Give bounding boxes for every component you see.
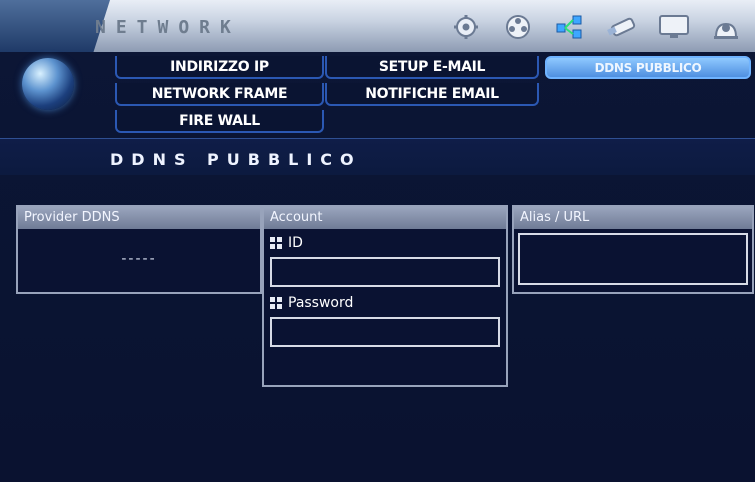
grid-bullet-icon — [270, 297, 282, 309]
monitor-icon[interactable] — [655, 10, 693, 44]
user-lock-icon[interactable] — [707, 10, 745, 44]
globe-icon — [22, 58, 74, 110]
password-label-row: Password — [264, 295, 506, 311]
id-label: ID — [288, 235, 303, 251]
tab-ddns-pubblico[interactable]: DDNS PUBBLICO — [545, 56, 751, 79]
header-dark-accent — [0, 0, 110, 52]
grid-bullet-icon — [270, 237, 282, 249]
account-panel: Account ID Password — [262, 205, 508, 387]
tab-setup-email[interactable]: SETUP E-MAIL — [325, 56, 539, 79]
provider-ddns-header: Provider DDNS — [18, 207, 260, 229]
password-label: Password — [288, 295, 354, 311]
section-title: DDNS PUBBLICO — [110, 150, 362, 169]
usb-drive-icon[interactable] — [603, 10, 641, 44]
id-label-row: ID — [264, 235, 506, 251]
settings-gear-icon[interactable] — [447, 10, 485, 44]
alias-url-header: Alias / URL — [514, 207, 752, 229]
password-field[interactable] — [270, 317, 500, 347]
provider-ddns-select[interactable]: ----- — [18, 251, 260, 267]
tab-indirizzo-ip[interactable]: INDIRIZZO IP — [115, 56, 324, 79]
ddns-screen: NETWORK INDIRIZZO IP SETUP E-MAIL DDNS P… — [0, 0, 755, 482]
toolbar — [447, 10, 745, 44]
account-header: Account — [264, 207, 506, 229]
tab-fire-wall[interactable]: FIRE WALL — [115, 110, 324, 133]
alias-url-panel: Alias / URL — [512, 205, 754, 294]
film-reel-icon[interactable] — [499, 10, 537, 44]
network-nodes-icon[interactable] — [551, 10, 589, 44]
tab-notifiche-email[interactable]: NOTIFICHE EMAIL — [325, 83, 539, 106]
tab-network-frame[interactable]: NETWORK FRAME — [115, 83, 324, 106]
provider-ddns-panel: Provider DDNS ----- — [16, 205, 262, 294]
id-field[interactable] — [270, 257, 500, 287]
alias-url-field[interactable] — [518, 233, 748, 285]
page-header-title: NETWORK — [95, 17, 241, 38]
